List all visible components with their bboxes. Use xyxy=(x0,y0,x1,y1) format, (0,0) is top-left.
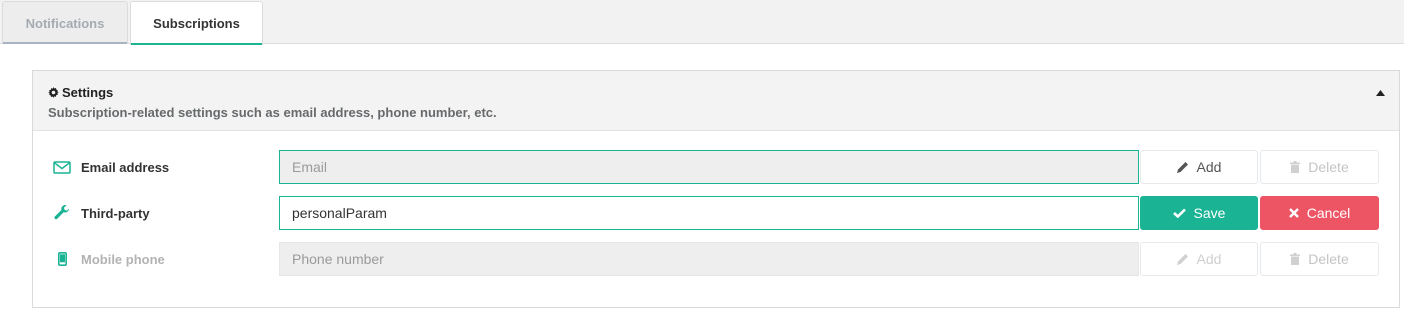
envelope-icon xyxy=(53,159,71,175)
mobile-icon xyxy=(53,251,71,267)
caret-up-icon[interactable] xyxy=(1376,90,1385,96)
gear-icon xyxy=(48,87,59,98)
email-label: Email address xyxy=(81,160,170,175)
tab-notifications-label: Notifications xyxy=(25,15,105,31)
thirdparty-row: Third-party Save Cancel xyxy=(33,196,1399,230)
close-icon xyxy=(1288,208,1299,218)
add-email-label: Add xyxy=(1196,159,1222,175)
cancel-button[interactable]: Cancel xyxy=(1260,196,1379,230)
panel-title-text: Settings xyxy=(62,85,114,100)
add-phone-button[interactable]: Add xyxy=(1140,242,1258,276)
thirdparty-label: Third-party xyxy=(81,206,150,221)
trash-icon xyxy=(1290,161,1301,173)
delete-email-label: Delete xyxy=(1308,159,1349,175)
thirdparty-field[interactable] xyxy=(279,196,1139,230)
cancel-label: Cancel xyxy=(1306,205,1351,221)
tab-bar: Notifications Subscriptions xyxy=(0,0,1404,45)
mobile-row: Mobile phone Add Delete xyxy=(33,242,1399,276)
settings-panel: Settings Subscription-related settings s… xyxy=(32,70,1400,308)
delete-phone-label: Delete xyxy=(1308,251,1349,267)
panel-subtitle: Subscription-related settings such as em… xyxy=(48,105,497,120)
add-email-button[interactable]: Add xyxy=(1140,150,1258,184)
tab-notifications[interactable]: Notifications xyxy=(2,1,128,44)
panel-title: Settings xyxy=(48,85,113,100)
add-phone-label: Add xyxy=(1196,251,1222,267)
check-icon xyxy=(1172,208,1186,218)
tab-subscriptions[interactable]: Subscriptions xyxy=(130,1,263,45)
trash-icon xyxy=(1290,253,1301,265)
wrench-icon xyxy=(53,205,71,221)
mobile-label: Mobile phone xyxy=(81,252,165,267)
delete-email-button[interactable]: Delete xyxy=(1260,150,1379,184)
email-row: Email address Add Delete xyxy=(33,150,1399,184)
delete-phone-button[interactable]: Delete xyxy=(1260,242,1379,276)
panel-header: Settings Subscription-related settings s… xyxy=(33,71,1399,131)
pencil-icon xyxy=(1176,254,1188,265)
tab-subscriptions-label: Subscriptions xyxy=(153,16,240,31)
save-button[interactable]: Save xyxy=(1140,196,1258,230)
phone-field[interactable] xyxy=(279,242,1139,276)
email-field[interactable] xyxy=(279,150,1139,184)
save-label: Save xyxy=(1193,205,1226,221)
pencil-icon xyxy=(1176,162,1188,173)
